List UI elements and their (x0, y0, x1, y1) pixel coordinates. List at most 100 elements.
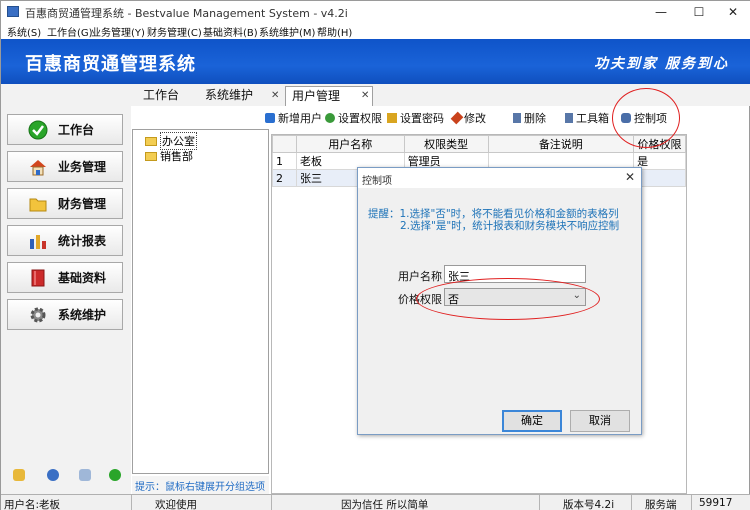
control-items-button[interactable]: 控制项 (621, 110, 667, 126)
delete-label: 删除 (524, 112, 546, 125)
set-password-label: 设置密码 (400, 112, 444, 125)
title-bar: 百惠商贸通管理系统 - Bestvalue Management System … (1, 1, 750, 23)
window-title: 百惠商贸通管理系统 - Bestvalue Management System … (25, 7, 348, 20)
add-user-button[interactable]: 新增用户 (265, 110, 322, 126)
nav-label: 工作台 (58, 123, 95, 137)
column-header[interactable]: 价格权限 (633, 135, 686, 153)
lock-icon (387, 113, 397, 123)
toolbox-button[interactable]: 工具箱 (565, 110, 609, 126)
add-user-label: 新增用户 (278, 112, 322, 125)
folder-icon (29, 198, 47, 211)
note-icon[interactable] (13, 469, 25, 481)
tip-line-2: 2.选择"是"时，统计报表和财务模块不响应控制 (400, 220, 620, 232)
nav-maintenance-button[interactable]: 系统维护 (7, 299, 123, 330)
menu-basic-data[interactable]: 基础资料(B) (203, 24, 258, 39)
nav-reports-button[interactable]: 统计报表 (7, 225, 123, 256)
status-port: 59917 (699, 497, 733, 509)
app-window: 百惠商贸通管理系统 - Bestvalue Management System … (0, 0, 750, 510)
column-header[interactable]: 用户名称 (295, 135, 405, 153)
edit-icon (450, 111, 464, 125)
refresh-icon[interactable] (109, 469, 121, 481)
column-header[interactable]: 备注说明 (487, 135, 635, 153)
nav-label: 财务管理 (58, 197, 107, 211)
control-items-label: 控制项 (634, 112, 667, 125)
nav-business-button[interactable]: 业务管理 (7, 151, 123, 182)
username-field[interactable]: 张三 (444, 265, 586, 283)
price-permission-value: 否 (448, 293, 459, 306)
tab-close-icon[interactable]: ✕ (361, 90, 369, 101)
edit-label: 修改 (464, 112, 486, 125)
menu-business[interactable]: 业务管理(Y) (91, 24, 145, 39)
hint-text: 提示：鼠标右键展开分组选项 (132, 476, 269, 494)
cancel-button[interactable]: 取消 (570, 410, 630, 432)
menu-workbench[interactable]: 工作台(G) (47, 24, 93, 39)
divider (539, 495, 540, 510)
book-icon (31, 269, 45, 286)
divider (271, 495, 272, 510)
edit-button[interactable]: 修改 (450, 110, 486, 126)
house-icon (30, 159, 46, 175)
department-tree: 办公室 销售部 (132, 129, 269, 474)
plus-icon (265, 113, 275, 123)
close-button[interactable]: ✕ (715, 1, 750, 23)
menu-system[interactable]: 系统(S) (7, 24, 41, 39)
trash-icon (513, 113, 521, 123)
set-permissions-label: 设置权限 (338, 112, 382, 125)
tab-maintenance[interactable]: 系统维护 (199, 86, 259, 106)
nav-label: 业务管理 (58, 160, 107, 174)
tab-bar: 工作台 系统维护 ✕ 用户管理 ✕ (131, 84, 750, 106)
control-icon (621, 113, 631, 123)
tree-node-label: 销售部 (160, 150, 193, 163)
toolbar: 新增用户 设置权限 设置密码 修改 删除 工具箱 控制项 (263, 108, 750, 128)
tab-close-icon[interactable]: ✕ (271, 90, 279, 101)
set-password-button[interactable]: 设置密码 (387, 110, 444, 126)
tree-node-sales[interactable]: 销售部 (145, 149, 193, 163)
nav-basic-data-button[interactable]: 基础资料 (7, 262, 123, 293)
slogan: 功夫到家 服务到心 (594, 56, 729, 72)
ok-button[interactable]: 确定 (502, 410, 562, 432)
set-permissions-button[interactable]: 设置权限 (325, 110, 382, 126)
chevron-down-icon: ⌄ (572, 290, 581, 301)
nav-bottom-icons (13, 469, 123, 485)
price-permission-label: 价格权限 (398, 293, 442, 306)
nav-label: 基础资料 (58, 271, 107, 285)
status-bar: 用户名:老板 欢迎使用 因为信任 所以简单 版本号4.2i 服务端 59917 (1, 494, 750, 510)
menu-bar: 系统(S) 工作台(G) 业务管理(Y) 财务管理(C) 基础资料(B) 系统维… (1, 23, 750, 39)
minimize-button[interactable]: — (643, 1, 679, 23)
nav-label: 系统维护 (58, 308, 107, 322)
row-number: 2 (272, 169, 297, 187)
check-circle-icon (28, 120, 48, 139)
column-header[interactable]: 权限类型 (403, 135, 489, 153)
folder-icon (145, 151, 157, 161)
dialog-title-bar: 控制项 ✕ (358, 168, 641, 188)
nav-finance-button[interactable]: 财务管理 (7, 188, 123, 219)
divider (131, 495, 132, 510)
search-icon[interactable] (79, 469, 91, 481)
price-permission-select[interactable]: 否 ⌄ (444, 288, 586, 306)
column-header[interactable] (272, 135, 297, 153)
status-server: 服务端 (645, 499, 677, 510)
tab-workbench[interactable]: 工作台 (137, 86, 185, 106)
status-welcome: 欢迎使用 (155, 499, 197, 510)
maximize-button[interactable]: ☐ (681, 1, 717, 23)
row-number: 1 (272, 152, 297, 170)
divider (631, 495, 632, 510)
menu-finance[interactable]: 财务管理(C) (147, 24, 202, 39)
menu-maintenance[interactable]: 系统维护(M) (259, 24, 315, 39)
gear-icon (30, 307, 46, 322)
menu-help[interactable]: 帮助(H) (317, 24, 352, 39)
shield-icon (325, 113, 335, 123)
folder-open-icon (145, 136, 157, 146)
left-nav: 工作台 业务管理 财务管理 统计报表 基础资料 系统维护 (1, 84, 131, 496)
dialog-close-button[interactable]: ✕ (625, 170, 635, 184)
status-motto: 因为信任 所以简单 (341, 499, 429, 510)
divider (691, 495, 692, 510)
tree-node-office[interactable]: 办公室 (145, 132, 197, 150)
app-banner: 百惠商贸通管理系统 功夫到家 服务到心 (1, 39, 750, 84)
dialog-title: 控制项 (362, 176, 392, 187)
nav-workbench-button[interactable]: 工作台 (7, 114, 123, 145)
control-items-dialog: 控制项 ✕ 提醒：1.选择"否"时，将不能看见价格和金额的表格列 2.选择"是"… (357, 167, 642, 435)
tab-user-management[interactable]: 用户管理 (285, 86, 373, 106)
info-icon[interactable] (47, 469, 59, 481)
delete-button[interactable]: 删除 (513, 110, 546, 126)
